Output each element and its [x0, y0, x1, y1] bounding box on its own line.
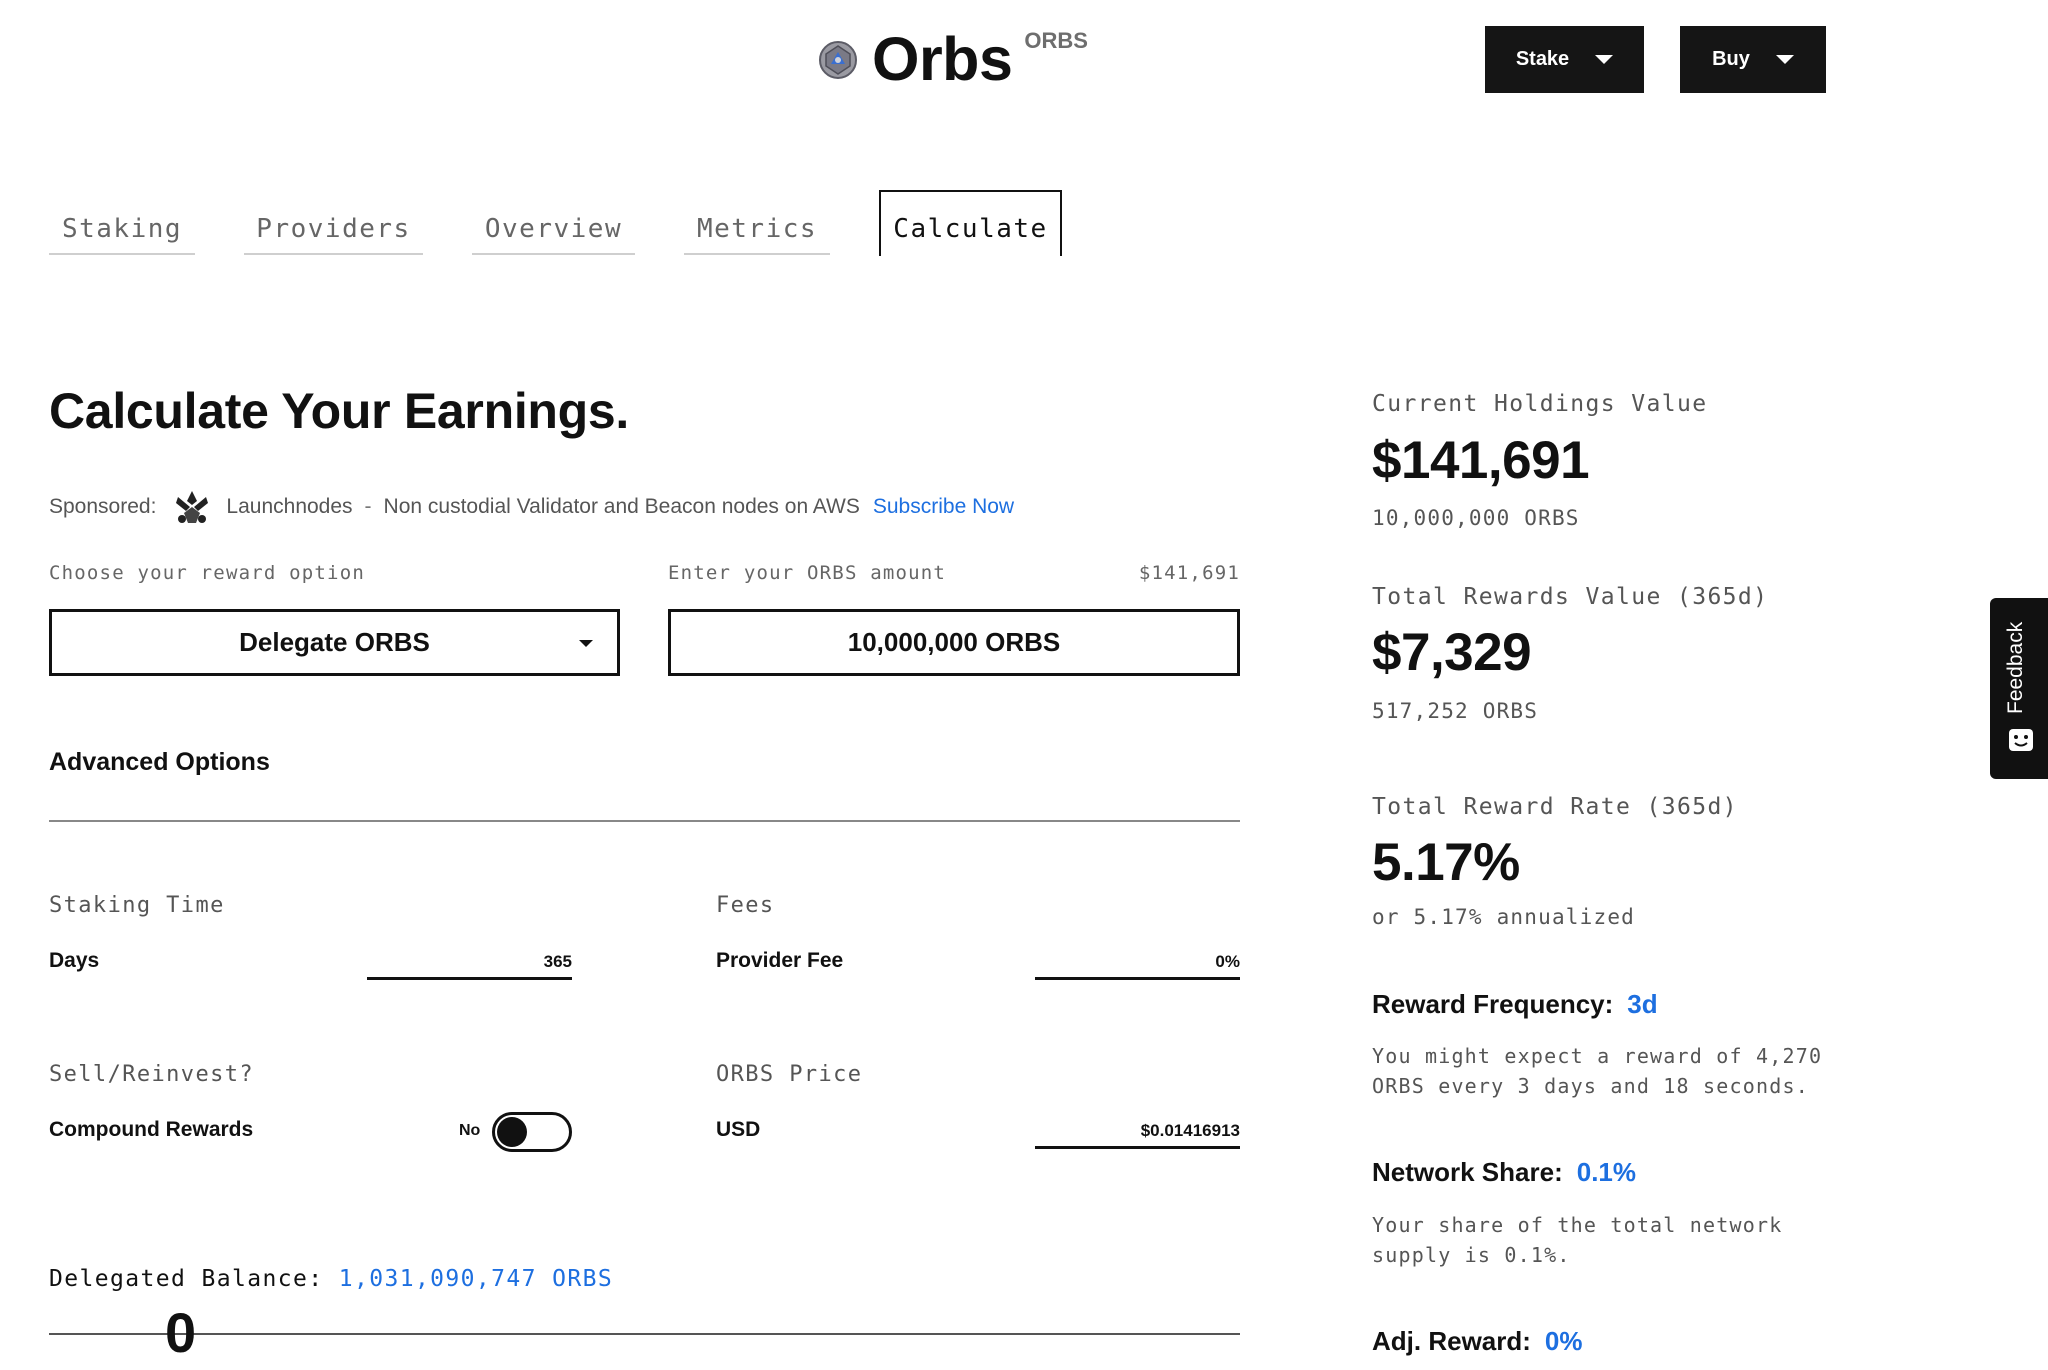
tab-metrics[interactable]: Metrics: [684, 204, 830, 255]
delegated-slider-handle[interactable]: 0: [165, 1305, 196, 1361]
stake-button-label: Stake: [1515, 48, 1570, 70]
rewards-label: Total Rewards Value (365d): [1372, 584, 1769, 610]
chevron-down-icon: [1775, 55, 1794, 64]
delegated-balance-label: Delegated Balance:: [49, 1266, 324, 1292]
tab-staking[interactable]: Staking: [49, 204, 195, 255]
adj-reward-label: Adj. Reward:: [1372, 1326, 1531, 1356]
orbs-amount-value: 10,000,000 ORBS: [847, 627, 1061, 657]
sponsored-banner: Sponsored: Launchnodes - Non custodial V…: [49, 490, 1014, 524]
holdings-value: $141,691: [1372, 431, 1590, 490]
stake-button[interactable]: Stake: [1485, 26, 1644, 93]
brand: Orbs ORBS: [818, 24, 1088, 94]
days-label: Days: [49, 949, 100, 972]
sponsor-description: Non custodial Validator and Beacon nodes…: [383, 495, 860, 518]
provider-fee-label: Provider Fee: [716, 949, 844, 972]
staking-time-label: Staking Time: [49, 893, 225, 918]
reward-frequency-label: Reward Frequency:: [1372, 989, 1614, 1019]
provider-fee-input[interactable]: 0%: [1035, 948, 1240, 980]
holdings-orbs: 10,000,000 ORBS: [1372, 506, 1580, 530]
compound-rewards-toggle[interactable]: [492, 1112, 572, 1152]
orbs-price-label: ORBS Price: [716, 1062, 863, 1087]
calculator-heading: Calculate Your Earnings.: [49, 383, 630, 439]
compound-rewards-label: Compound Rewards: [49, 1118, 254, 1141]
chevron-down-icon: [1595, 55, 1614, 64]
feedback-smiley-icon: [2009, 729, 2033, 751]
reward-rate-value: 5.17%: [1372, 833, 1520, 892]
sponsor-separator: -: [364, 495, 372, 518]
rewards-value: $7,329: [1372, 623, 1532, 682]
amount-label: Enter your ORBS amount: [668, 562, 947, 584]
toggle-state-label: No: [459, 1122, 481, 1139]
orbs-amount-input[interactable]: 10,000,000 ORBS: [668, 609, 1240, 676]
reward-option-label: Choose your reward option: [49, 562, 365, 584]
reward-frequency: Reward Frequency: 3d: [1372, 989, 1658, 1020]
advanced-options-title[interactable]: Advanced Options: [49, 748, 270, 777]
adj-reward: Adj. Reward: 0%: [1372, 1326, 1583, 1357]
network-share-value: 0.1%: [1576, 1157, 1636, 1187]
feedback-label: Feedback: [2004, 621, 2027, 714]
delegated-slider-track[interactable]: [49, 1333, 1240, 1335]
delegated-balance: Delegated Balance: 1,031,090,747 ORBS: [49, 1266, 613, 1292]
chevron-down-icon: [579, 640, 593, 647]
reward-option-value: Delegate ORBS: [239, 627, 430, 657]
network-share-desc: Your share of the total network supply i…: [1372, 1213, 1783, 1267]
adj-reward-value: 0%: [1544, 1326, 1583, 1356]
page-title: Orbs: [872, 25, 1013, 93]
reward-option-select[interactable]: Delegate ORBS: [49, 609, 620, 676]
reward-frequency-value: 3d: [1627, 989, 1658, 1019]
sell-reinvest-label: Sell/Reinvest?: [49, 1062, 255, 1087]
reward-rate-label: Total Reward Rate (365d): [1372, 794, 1738, 820]
usd-label: USD: [716, 1118, 761, 1141]
sponsored-prefix: Sponsored:: [49, 495, 157, 518]
network-share-label: Network Share:: [1372, 1157, 1563, 1187]
holdings-label: Current Holdings Value: [1372, 391, 1708, 417]
reward-frequency-desc: You might expect a reward of 4,270 ORBS …: [1372, 1044, 1823, 1098]
orbs-logo-icon: [819, 41, 857, 79]
delegated-balance-value: 1,031,090,747 ORBS: [338, 1266, 614, 1292]
reward-rate-note: or 5.17% annualized: [1372, 905, 1636, 929]
rewards-orbs: 517,252 ORBS: [1372, 699, 1539, 723]
subscribe-now-link[interactable]: Subscribe Now: [873, 495, 1014, 519]
days-input[interactable]: 365: [367, 948, 572, 980]
sponsor-name: Launchnodes: [226, 495, 353, 518]
amount-usd-value: $141,691: [1138, 562, 1240, 584]
buy-button[interactable]: Buy: [1680, 26, 1826, 93]
feedback-tab[interactable]: Feedback: [1990, 598, 2048, 779]
tab-providers[interactable]: Providers: [244, 204, 423, 255]
advanced-divider: [49, 820, 1240, 822]
toggle-knob: [497, 1117, 527, 1147]
tab-calculate[interactable]: Calculate: [879, 190, 1062, 256]
launchnodes-logo-icon: [176, 491, 209, 523]
buy-button-label: Buy: [1712, 48, 1750, 70]
orbs-price-input[interactable]: $0.01416913: [1035, 1117, 1240, 1149]
network-share: Network Share: 0.1%: [1372, 1157, 1636, 1188]
fees-label: Fees: [716, 893, 775, 918]
tab-overview[interactable]: Overview: [472, 204, 635, 255]
token-ticker: ORBS: [1024, 28, 1088, 53]
